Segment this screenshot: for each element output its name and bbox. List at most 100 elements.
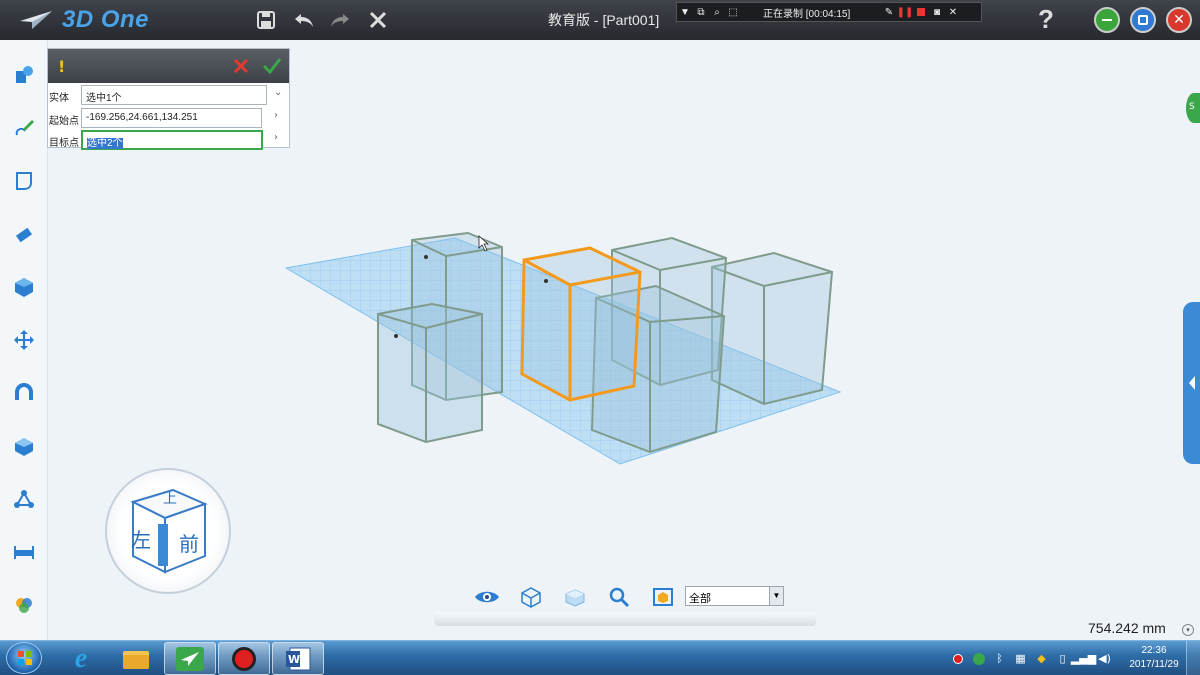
system-tray: ᛒ ▦ ◆ ▯ ▂▄▆ ◀) xyxy=(950,641,1118,675)
box-front-left xyxy=(377,302,483,444)
chevron-down-icon[interactable]: ▼ xyxy=(769,587,783,605)
feature-modeling-tool[interactable] xyxy=(10,273,38,301)
face-front-label[interactable]: 前 xyxy=(179,528,199,557)
show-desktop-button[interactable] xyxy=(1186,641,1200,675)
minimize-button[interactable] xyxy=(1094,7,1120,33)
svg-text:W: W xyxy=(288,653,300,666)
material-tool[interactable] xyxy=(10,591,38,619)
move-command-panel: ! 实体 选中1个 ⌄ 起始点 -169.256,24.661,134.251 … xyxy=(47,48,291,150)
basic-shapes-tool[interactable] xyxy=(10,60,38,88)
taskbar-word[interactable]: W xyxy=(272,642,324,675)
start-point-field[interactable]: -169.256,24.661,134.251 xyxy=(81,108,262,128)
zoom-dropdown-icon[interactable]: ▾ xyxy=(1182,624,1194,636)
adsorb-tool[interactable] xyxy=(10,379,38,407)
combine-tool[interactable] xyxy=(10,432,38,460)
save-icon[interactable] xyxy=(252,6,280,34)
chevron-left-icon xyxy=(1189,376,1195,390)
render-mode-icon[interactable] xyxy=(650,584,676,610)
special-feature-tool[interactable] xyxy=(10,220,38,248)
box-selected xyxy=(520,246,642,402)
network-icon[interactable]: ▂▄▆ xyxy=(1071,651,1096,666)
view-cube[interactable]: 上 左 前 xyxy=(105,468,231,594)
entity-row: 实体 选中1个 ⌄ xyxy=(48,84,291,106)
delete-icon[interactable] xyxy=(364,6,392,34)
close-button[interactable]: ✕ xyxy=(1166,7,1192,33)
pause-icon[interactable]: ❚❚ xyxy=(897,4,914,20)
folder-icon xyxy=(123,650,149,669)
box-right xyxy=(711,251,834,406)
measure-tool[interactable] xyxy=(10,538,38,566)
clock-time: 22:36 xyxy=(1141,645,1167,656)
cube-icon xyxy=(15,278,33,297)
restore-icon[interactable]: ⧉ xyxy=(693,4,709,20)
eye-icon[interactable] xyxy=(474,584,500,610)
record-tray-icon[interactable] xyxy=(950,651,965,666)
confirm-button[interactable] xyxy=(262,57,282,75)
taskbar-explorer[interactable] xyxy=(110,642,162,675)
color-circles-icon xyxy=(16,598,32,613)
ie-icon: e xyxy=(74,642,88,674)
wireframe-cube-icon[interactable] xyxy=(518,584,544,610)
face-top-label[interactable]: 上 xyxy=(163,488,177,508)
zoom-fit-icon[interactable] xyxy=(606,584,632,610)
curve-edit-tool[interactable] xyxy=(10,167,38,195)
target-point-label: 目标点 xyxy=(49,138,79,149)
logo-text: 3D One xyxy=(62,6,150,33)
chevron-down-icon[interactable]: ⌄ xyxy=(274,87,282,98)
title-bar: 3D One 教育版 - [Part001] ▼ ⧉ ⌕ ⬚ 正在录制 [00:… xyxy=(0,0,1200,40)
entity-label: 实体 xyxy=(49,93,69,104)
undo-icon[interactable] xyxy=(290,6,318,34)
target-point-field[interactable]: 选中2个 xyxy=(81,130,263,150)
zoom-icon[interactable]: ⌕ xyxy=(709,4,725,20)
face-left-label[interactable]: 左 xyxy=(131,524,151,553)
record-icon xyxy=(232,646,256,671)
target-point-selected-text: 选中2个 xyxy=(87,138,123,149)
device-icon[interactable]: ▯ xyxy=(1055,651,1070,666)
app-logo: 3D One xyxy=(18,6,149,34)
pen-sketch-icon xyxy=(15,120,34,136)
recorder-status: 正在录制 [00:04:15] xyxy=(763,8,851,20)
stop-icon[interactable] xyxy=(913,4,929,20)
maximize-button[interactable] xyxy=(1130,7,1156,33)
warning-icon: ! xyxy=(58,57,66,76)
green-tray-icon[interactable] xyxy=(971,651,986,666)
dropdown-icon[interactable]: ▼ xyxy=(677,4,693,20)
cancel-button[interactable] xyxy=(232,57,250,75)
array-tool[interactable] xyxy=(10,485,38,513)
camera-icon[interactable]: ◙ xyxy=(929,4,945,20)
window-title: 教育版 - [Part001] xyxy=(548,12,660,28)
ruler-icon xyxy=(14,546,34,559)
clock-date: 2017/11/29 xyxy=(1129,659,1179,670)
entity-field[interactable]: 选中1个 xyxy=(81,85,267,105)
taskbar-recorder[interactable] xyxy=(218,642,270,675)
chevron-right-icon[interactable]: › xyxy=(274,132,278,143)
paper-plane-icon xyxy=(20,11,52,29)
word-icon: W xyxy=(286,647,311,670)
clock[interactable]: 22:36 2017/11/29 xyxy=(1126,644,1182,672)
chevron-right-icon[interactable]: › xyxy=(274,110,278,121)
help-button[interactable]: ? xyxy=(1038,4,1054,35)
start-point-row: 起始点 -169.256,24.661,134.251 › xyxy=(48,107,291,129)
panel-header: ! xyxy=(48,49,289,83)
redo-icon[interactable] xyxy=(326,6,354,34)
pen-icon[interactable]: ✎ xyxy=(881,4,897,20)
shield-tray-icon[interactable]: ◆ xyxy=(1034,651,1049,666)
view-toolbar: 全部 ▼ xyxy=(434,578,816,626)
bluetooth-icon[interactable]: ᛒ xyxy=(992,651,1007,666)
shaded-cube-icon[interactable] xyxy=(562,584,588,610)
keyboard-icon[interactable]: ▦ xyxy=(1013,651,1028,666)
sketch-tool[interactable] xyxy=(10,114,38,142)
taskbar-3done[interactable] xyxy=(164,642,216,675)
move-arrows-icon xyxy=(14,330,34,350)
taskbar-ie[interactable]: e xyxy=(55,642,107,675)
filter-select-value: 全部 xyxy=(689,593,711,605)
start-button[interactable] xyxy=(6,642,42,674)
side-helper-tab[interactable]: S xyxy=(1186,93,1200,123)
move-tool[interactable] xyxy=(10,326,38,354)
view-toolbar-base xyxy=(434,612,816,626)
region-icon[interactable]: ⬚ xyxy=(725,4,741,20)
filter-select[interactable]: 全部 ▼ xyxy=(685,586,784,606)
close-icon[interactable]: ✕ xyxy=(945,4,961,20)
volume-icon[interactable]: ◀) xyxy=(1097,651,1112,666)
right-panel-toggle[interactable] xyxy=(1183,302,1200,464)
